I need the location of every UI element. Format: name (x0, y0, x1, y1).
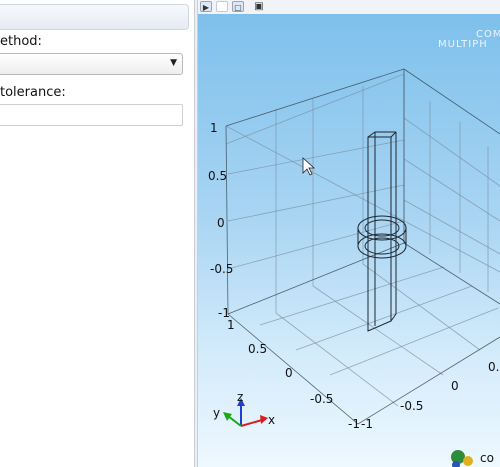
method-label: ethod: (0, 34, 42, 49)
panel-header-tab[interactable] (0, 4, 189, 30)
tick-label: 1 (227, 318, 235, 332)
graphics-toolbar: ▶ ▢ ▣ (198, 0, 500, 15)
tick-label: 0. (488, 360, 499, 374)
comsol-logo: co (451, 450, 494, 467)
y-axis-arrow-head (223, 412, 232, 421)
y-axis-label: y (213, 406, 220, 420)
graphics-window: ▶ ▢ ▣ COM MULTIPH 1 0.5 0 -0.5 -1 1 0.5 … (198, 0, 500, 467)
x-axis-arrow (240, 419, 263, 427)
select-pointer-icon[interactable]: ▶ (200, 1, 212, 12)
logo-text: co (480, 451, 494, 465)
tick-label: 0 (451, 379, 459, 393)
chevron-down-icon: ▼ (170, 58, 177, 68)
tick-label: 0.5 (248, 342, 267, 356)
x-axis-arrow-head (260, 415, 268, 424)
right-axis-ticks: -1 -0.5 0 0. (361, 360, 499, 431)
tick-label: 0.5 (208, 169, 227, 183)
select-box-icon[interactable] (216, 1, 228, 12)
model-canvas: COM MULTIPH 1 0.5 0 -0.5 -1 1 0.5 0 -0.5… (208, 29, 500, 467)
tick-label: 0 (217, 216, 225, 230)
left-axis-ticks: 1 0.5 0 -0.5 -1 (227, 318, 360, 431)
z-axis-label: z (237, 390, 243, 404)
tolerance-label: tolerance: (0, 85, 66, 100)
watermark-line2: MULTIPH (438, 39, 488, 50)
y-axis-arrow (227, 415, 242, 427)
tolerance-input[interactable] (0, 104, 183, 126)
tick-label: 0 (285, 366, 293, 380)
tick-label: -0.5 (210, 262, 233, 276)
3d-viewport[interactable]: COM MULTIPH 1 0.5 0 -0.5 -1 1 0.5 0 -0.5… (198, 14, 500, 467)
grid-box (225, 68, 500, 425)
axis-triad: z x y (213, 390, 275, 427)
tick-label: -1 (361, 417, 373, 431)
tick-label: -0.5 (310, 392, 333, 406)
zoom-extents-icon[interactable]: ▢ (232, 1, 244, 12)
x-axis-label: x (268, 413, 275, 427)
tick-label: -0.5 (400, 399, 423, 413)
settings-panel: ethod: ▼ tolerance: (0, 0, 194, 467)
tick-label: -1 (348, 417, 360, 431)
tick-label: 1 (210, 121, 218, 135)
camera-icon[interactable]: ▣ (253, 1, 265, 12)
method-select[interactable]: ▼ (0, 53, 183, 75)
